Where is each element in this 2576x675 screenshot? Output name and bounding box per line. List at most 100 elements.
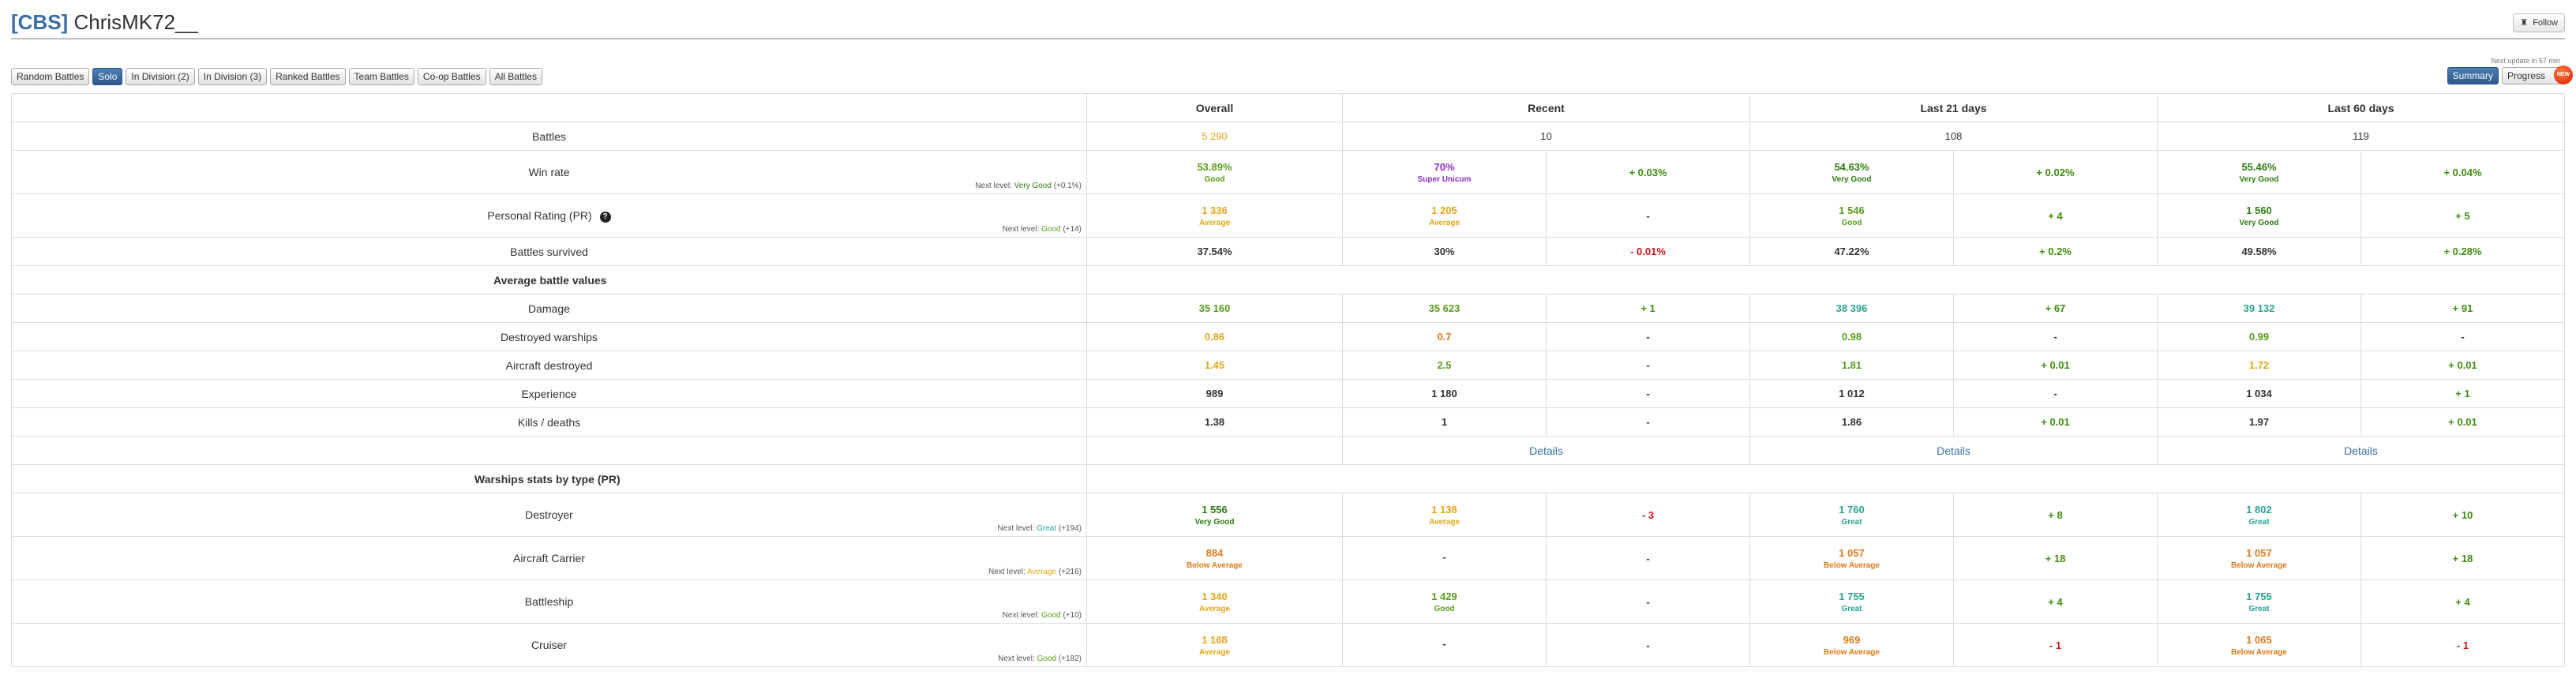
kills-60: 0.99 <box>2157 322 2361 351</box>
dd-21: 1 760 Great <box>1749 493 1954 537</box>
quality: Super Unicum <box>1417 174 1472 184</box>
bb-60: 1 755 Great <box>2157 579 2361 624</box>
battle-mode-tabs: Random Battles Solo In Division (2) In D… <box>11 68 542 85</box>
follow-icon: ♜ <box>2520 18 2529 28</box>
row-battles: Battles 5 290 10 108 119 <box>11 122 2565 151</box>
details-empty <box>11 436 1087 465</box>
row-cruiser: Cruiser Next level: Good (+182) 1 168 Ave… <box>11 623 2565 667</box>
dd-recent-diff: - 3 <box>1546 493 1750 537</box>
follow-label: Follow <box>2533 18 2558 28</box>
row-kd: Kills / deaths 1.38 1 - 1.86 + 0.01 1.97… <box>11 407 2565 437</box>
details-link-recent[interactable]: Details <box>1342 436 1750 465</box>
details-link-60[interactable]: Details <box>2157 436 2565 465</box>
value: 1 340 <box>1202 590 1228 602</box>
damage-60-diff: + 91 <box>2360 294 2565 323</box>
bb-21-diff: + 4 <box>1953 579 2158 624</box>
ca-overall: 1 168 Average <box>1086 623 1343 667</box>
xp-60: 1 034 <box>2157 379 2361 408</box>
help-icon[interactable]: ? <box>599 211 611 223</box>
battles-overall: 5 290 <box>1086 122 1343 151</box>
tab-coop-battles[interactable]: Co-op Battles <box>417 68 486 85</box>
quality: Average <box>1428 517 1460 527</box>
clan-tag[interactable]: [CBS] <box>11 10 68 34</box>
row-experience: Experience 989 1 180 - 1 012 - 1 034 + 1 <box>11 379 2565 408</box>
ca-60: 1 065 Below Average <box>2157 623 2361 667</box>
header-last-21: Last 21 days <box>1749 93 2158 122</box>
quality: Average <box>1428 218 1460 227</box>
next-level-delta: (+0.1%) <box>1053 182 1082 190</box>
tab-all-battles[interactable]: All Battles <box>489 68 542 85</box>
dd-21-diff: + 8 <box>1953 493 2158 537</box>
xp-60-diff: + 1 <box>2360 379 2565 408</box>
tab-division-3[interactable]: In Division (3) <box>197 68 268 85</box>
quality: Good <box>1434 604 1455 613</box>
tab-random-battles[interactable]: Random Battles <box>11 68 90 85</box>
quality: Below Average <box>1824 647 1880 657</box>
row-label: Aircraft destroyed <box>11 351 1087 380</box>
row-label: Damage <box>11 294 1087 323</box>
winrate-label: Win rate <box>528 166 570 178</box>
ca-recent: - <box>1342 623 1547 667</box>
next-level-quality: Great <box>1037 524 1057 533</box>
stats-table: Overall Recent Last 21 days Last 60 days… <box>11 93 2565 667</box>
value: 54.63% <box>1834 160 1869 173</box>
quality: Below Average <box>2231 561 2287 570</box>
row-label: Battles <box>11 122 1087 151</box>
pr-label: Personal Rating (PR) <box>487 208 592 222</box>
tab-solo[interactable]: Solo <box>92 68 123 85</box>
winrate-recent: 70% Super Unicum <box>1342 150 1547 194</box>
header-last-60: Last 60 days <box>2157 93 2565 122</box>
value: 1 556 <box>1202 503 1228 516</box>
type-label: Destroyer <box>525 508 573 521</box>
next-level: Next level: Good (+14) <box>1003 225 1082 234</box>
pr-21: 1 546 Good <box>1749 193 1954 238</box>
follow-button[interactable]: ♜ Follow <box>2513 13 2565 32</box>
pr-overall: 1 336 Average <box>1086 193 1343 238</box>
kills-21-diff: - <box>1953 322 2158 351</box>
value: 1 755 <box>2246 590 2272 602</box>
section-warships-by-type: Warships stats by type (PR) <box>11 464 1087 493</box>
value: 1 057 <box>2246 546 2272 559</box>
cv-recent: - <box>1342 536 1547 580</box>
section-spacer <box>1086 265 2565 294</box>
value: 1 760 <box>1839 503 1865 516</box>
planes-60: 1.72 <box>2157 351 2361 380</box>
ca-21-diff: - 1 <box>1953 623 2158 667</box>
next-level-quality: Good <box>1041 611 1061 620</box>
next-level-text: Next level: <box>997 524 1035 533</box>
xp-21-diff: - <box>1953 379 2158 408</box>
planes-21: 1.81 <box>1749 351 1954 380</box>
survived-60-diff: + 0.28% <box>2360 237 2565 266</box>
quality: Average <box>1198 218 1231 227</box>
dd-overall: 1 556 Very Good <box>1086 493 1343 537</box>
row-battleship: Battleship Next level: Good (+10) 1 340 A… <box>11 579 2565 624</box>
next-level-delta: (+10) <box>1063 611 1082 620</box>
value: 1 546 <box>1839 204 1865 216</box>
quality: Good <box>1841 218 1862 227</box>
header-label-cell <box>11 93 1087 122</box>
view-tabs: Summary Progress NEW <box>2447 66 2573 84</box>
bb-60-diff: + 4 <box>2360 579 2565 624</box>
tab-summary[interactable]: Summary <box>2447 67 2499 84</box>
header-recent: Recent <box>1342 93 1750 122</box>
ca-60-diff: - 1 <box>2360 623 2565 667</box>
dd-60: 1 802 Great <box>2157 493 2361 537</box>
tab-team-battles[interactable]: Team Battles <box>348 68 414 85</box>
quality: Average <box>1198 647 1231 657</box>
value: 1 336 <box>1202 204 1228 216</box>
value: 884 <box>1206 546 1224 559</box>
quality: Very Good <box>1832 174 1872 184</box>
details-link-21[interactable]: Details <box>1749 436 2158 465</box>
next-level-delta: (+182) <box>1058 654 1082 663</box>
tab-division-2[interactable]: In Division (2) <box>126 68 195 85</box>
damage-60: 39 132 <box>2157 294 2361 323</box>
tab-ranked-battles[interactable]: Ranked Battles <box>270 68 346 85</box>
new-badge: NEW <box>2554 66 2573 84</box>
next-level-text: Next level: <box>988 568 1026 576</box>
cv-60: 1 057 Below Average <box>2157 536 2361 580</box>
value: - <box>1442 551 1446 563</box>
section-average-battle-values: Average battle values <box>11 265 1087 294</box>
quality: Very Good <box>1194 517 1235 527</box>
planes-overall: 1.45 <box>1086 351 1343 380</box>
survived-21-diff: + 0.2% <box>1953 237 2158 266</box>
